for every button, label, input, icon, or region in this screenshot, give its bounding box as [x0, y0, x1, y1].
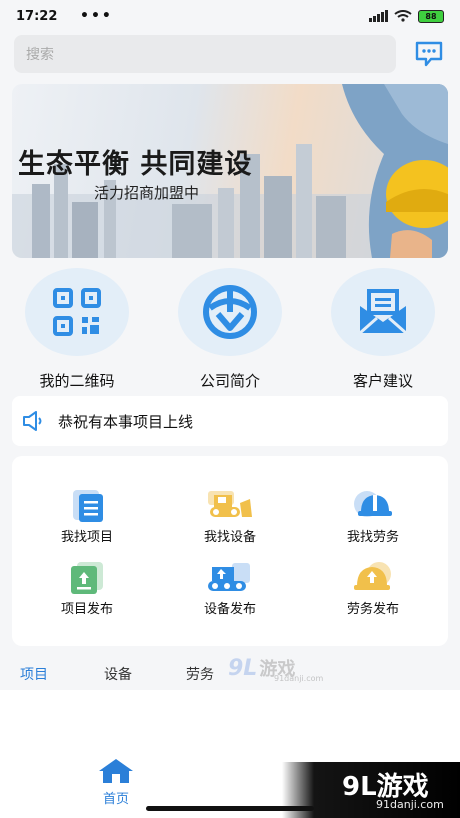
- announcement-text: 恭祝有本事项目上线: [58, 412, 194, 431]
- banner-title: 生态平衡 共同建设: [18, 149, 253, 180]
- grid-item-label: 我找设备: [203, 530, 256, 545]
- tab-equipment[interactable]: 设备: [104, 664, 132, 684]
- message-button[interactable]: [412, 37, 446, 71]
- quick-link-label: 我的二维码: [39, 372, 115, 390]
- grid-item-find-project[interactable]: 我找项目: [27, 488, 147, 545]
- banner-subtitle: 活力招商加盟中: [94, 184, 200, 202]
- nav-home-label: 首页: [102, 792, 129, 807]
- bulldozer-icon: [170, 488, 290, 524]
- grid-item-label: 我找项目: [60, 530, 113, 545]
- grid-item-label: 项目发布: [60, 602, 113, 617]
- search-row: 搜索: [0, 32, 460, 76]
- hardhat-icon: [313, 488, 433, 524]
- speaker-icon: [23, 411, 42, 431]
- quick-links: 我的二维码 公司简介 客户建议: [0, 268, 460, 392]
- grid-item-publish-project[interactable]: 项目发布: [27, 560, 147, 617]
- tab-project[interactable]: 项目: [20, 664, 48, 684]
- home-indicator: [146, 806, 314, 811]
- home-icon: [99, 759, 133, 783]
- promo-banner[interactable]: 生态平衡 共同建设 活力招商加盟中: [12, 84, 448, 258]
- grid-item-find-equipment[interactable]: 我找设备: [170, 488, 290, 545]
- company-logo-icon: [178, 268, 282, 356]
- status-dots: •••: [80, 8, 113, 24]
- watermark-logo-small: 9L 游戏 91danji.com: [228, 655, 324, 684]
- quick-link-label: 公司简介: [199, 372, 260, 390]
- list-content-area: [0, 690, 460, 750]
- quick-link-qrcode[interactable]: 我的二维码: [17, 268, 137, 391]
- tab-labor[interactable]: 劳务: [186, 664, 214, 684]
- quick-link-company[interactable]: 公司简介: [170, 268, 290, 391]
- search-input[interactable]: 搜索: [14, 35, 396, 73]
- function-grid: 我找项目 我找设备 我找劳务 项目发布 设备发布 劳务发布: [12, 456, 448, 646]
- qrcode-icon: [25, 268, 129, 356]
- status-bar: 17:22 ••• 88: [0, 0, 460, 32]
- grid-item-label: 劳务发布: [346, 602, 399, 617]
- nav-home[interactable]: 首页: [94, 758, 138, 807]
- grid-item-label: 设备发布: [203, 602, 256, 617]
- grid-item-publish-equipment[interactable]: 设备发布: [170, 560, 290, 617]
- excavator-icon: [170, 560, 290, 596]
- hardhat-publish-icon: [313, 560, 433, 596]
- chat-icon: [415, 41, 443, 67]
- announcement-bar[interactable]: 恭祝有本事项目上线: [12, 396, 448, 446]
- brand-watermark-url: 91danji.com: [376, 798, 444, 811]
- wifi-icon: [394, 10, 412, 22]
- quick-link-label: 客户建议: [352, 372, 413, 390]
- status-time: 17:22: [16, 8, 58, 24]
- document-icon: [27, 488, 147, 524]
- signal-icon: [369, 10, 388, 22]
- grid-item-publish-labor[interactable]: 劳务发布: [313, 560, 433, 617]
- grid-item-find-labor[interactable]: 我找劳务: [313, 488, 433, 545]
- quick-link-suggestion[interactable]: 客户建议: [323, 268, 443, 391]
- upload-doc-icon: [27, 560, 147, 596]
- grid-item-label: 我找劳务: [346, 530, 399, 545]
- battery-icon: 88: [418, 9, 444, 23]
- mail-icon: [331, 268, 435, 356]
